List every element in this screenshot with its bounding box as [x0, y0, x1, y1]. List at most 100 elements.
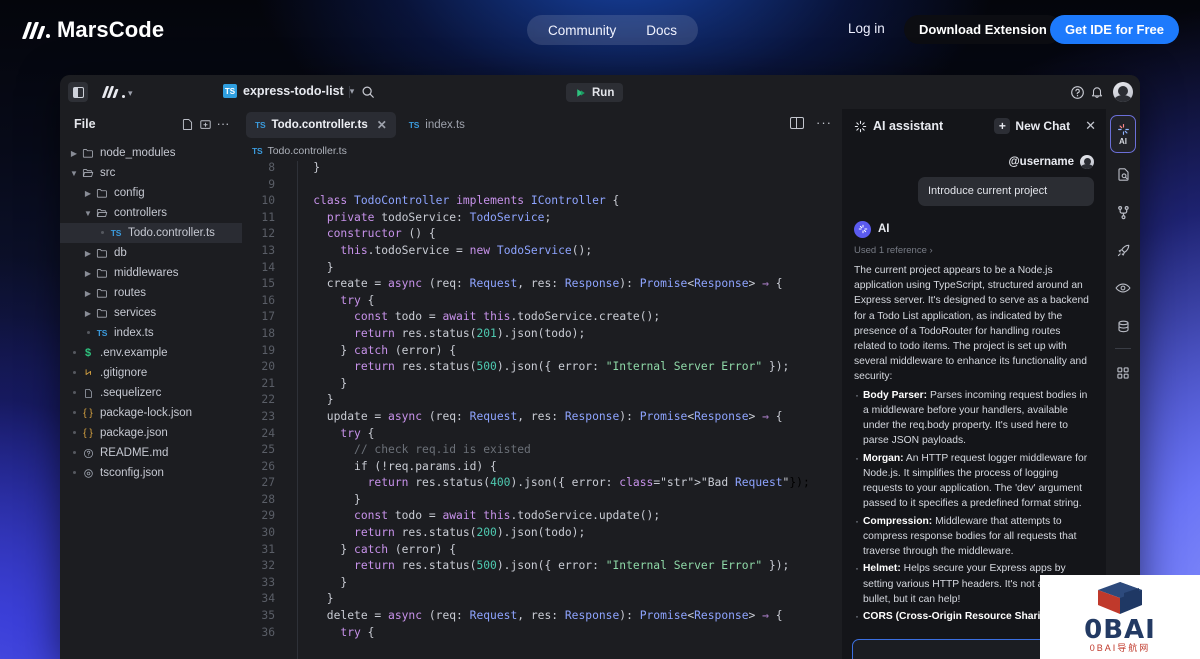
editor-tab-bar: TSTodo.controller.ts✕TSindex.ts ··· [242, 109, 842, 141]
code-line: 13 this.todoService = new TodoService(); [242, 244, 842, 261]
activity-extensions[interactable] [1110, 356, 1136, 390]
get-ide-button[interactable]: Get IDE for Free [1050, 15, 1179, 44]
line-number: 34 [242, 592, 286, 609]
marscode-mark-icon[interactable] [104, 85, 126, 99]
download-extension-button[interactable]: Download Extension [904, 15, 1062, 44]
run-button[interactable]: Run [566, 83, 623, 102]
file-bullet-icon [68, 387, 80, 399]
file-tree-item[interactable]: { }package.json [60, 423, 242, 443]
activity-preview[interactable] [1110, 271, 1136, 305]
top-navigation: MarsCode Community Docs Log in Download … [0, 0, 1200, 60]
file-tree-item[interactable]: $.env.example [60, 343, 242, 363]
file-tree-item[interactable]: tsconfig.json [60, 463, 242, 483]
file-tree-item[interactable]: ▶services [60, 303, 242, 323]
file-tree-item[interactable]: ▶config [60, 183, 242, 203]
line-content: } [286, 393, 334, 410]
file-tree-item-label: .env.example [96, 347, 168, 359]
chevron-right-icon[interactable]: ▶ [68, 149, 80, 158]
toggle-sidebar-icon[interactable] [68, 82, 88, 102]
notifications-icon[interactable] [1089, 84, 1105, 100]
nav-link-community[interactable]: Community [535, 18, 629, 43]
line-number: 8 [242, 161, 286, 178]
search-icon[interactable] [360, 84, 376, 100]
file-type-icon: TS [108, 228, 124, 238]
file-bullet-icon [68, 447, 80, 459]
editor-tab[interactable]: TSTodo.controller.ts✕ [246, 112, 396, 138]
line-content: return res.status(400).json({ error: cla… [286, 476, 789, 493]
code-line: 27 return res.status(400).json({ error: … [242, 476, 842, 493]
code-line: 30 return res.status(200).json(todo); [242, 526, 842, 543]
chevron-right-icon[interactable]: ▶ [82, 189, 94, 198]
close-icon[interactable]: ✕ [1085, 118, 1096, 134]
line-number: 30 [242, 526, 286, 543]
line-content: return res.status(200).json(todo); [286, 526, 585, 543]
file-tree-item[interactable]: ▶node_modules [60, 143, 242, 163]
file-tree-item[interactable]: README.md [60, 443, 242, 463]
file-bullet-icon [82, 327, 94, 339]
line-content: try { [286, 427, 374, 444]
chevron-down-icon[interactable]: ▾ [128, 88, 133, 99]
code-line: 15 create = async (req: Request, res: Re… [242, 277, 842, 294]
file-tree-item[interactable]: TSTodo.controller.ts [60, 223, 242, 243]
file-tree-item[interactable]: ▶db [60, 243, 242, 263]
login-link[interactable]: Log in [848, 21, 885, 36]
nav-link-docs[interactable]: Docs [633, 18, 690, 43]
new-chat-button[interactable]: + New Chat [994, 118, 1070, 134]
split-editor-icon[interactable] [790, 117, 804, 129]
marscode-logo-icon [24, 20, 50, 40]
brand-logo[interactable]: MarsCode [24, 17, 164, 43]
line-content: } [286, 576, 347, 593]
line-number: 20 [242, 360, 286, 377]
help-icon[interactable] [1069, 84, 1085, 100]
activity-ai[interactable]: AI [1110, 115, 1136, 153]
file-tree-item[interactable]: ▼src [60, 163, 242, 183]
indent-guide [297, 161, 298, 659]
file-tree-item[interactable]: { }package-lock.json [60, 403, 242, 423]
editor-tab[interactable]: TSindex.ts [400, 112, 474, 138]
close-tab-icon[interactable]: ✕ [377, 118, 387, 132]
chevron-right-icon[interactable]: ▶ [82, 249, 94, 258]
code-line: 12 constructor () { [242, 227, 842, 244]
editor-more-icon[interactable]: ··· [816, 119, 832, 127]
code-content[interactable]: 8 }910 class TodoController implements I… [242, 161, 842, 659]
chevron-right-icon[interactable]: ▶ [82, 289, 94, 298]
chevron-down-icon[interactable]: ▼ [82, 209, 94, 218]
file-tree-item[interactable]: ▶middlewares [60, 263, 242, 283]
code-line: 9 [242, 178, 842, 195]
brand-name: MarsCode [57, 17, 164, 43]
file-type-icon [80, 468, 96, 479]
ai-sparkle-icon [854, 120, 867, 133]
chevron-right-icon[interactable]: ▶ [82, 269, 94, 278]
line-number: 12 [242, 227, 286, 244]
watermark-cube-icon [1090, 581, 1150, 615]
more-options-icon[interactable]: ··· [214, 115, 232, 133]
ai-bullet-term: Morgan: [863, 453, 904, 464]
project-selector[interactable]: TS express-todo-list ▾ [223, 84, 354, 98]
new-folder-icon[interactable] [196, 115, 214, 133]
nav-pill: Community Docs [527, 15, 698, 45]
activity-source-control[interactable] [1110, 195, 1136, 229]
code-line: 22 } [242, 393, 842, 410]
activity-database[interactable] [1110, 309, 1136, 343]
line-number: 14 [242, 261, 286, 278]
line-number: 15 [242, 277, 286, 294]
breadcrumb[interactable]: TS Todo.controller.ts [242, 141, 842, 161]
activity-ai-label: AI [1119, 137, 1127, 146]
file-tree-item[interactable]: .sequelizerc [60, 383, 242, 403]
tab-ts-icon: TS [409, 120, 419, 130]
ai-references-link[interactable]: Used 1 reference › [854, 245, 1094, 256]
file-tree-item[interactable]: .gitignore [60, 363, 242, 383]
activity-deploy[interactable] [1110, 233, 1136, 267]
chevron-down-icon[interactable]: ▼ [68, 169, 80, 178]
file-type-icon [94, 207, 110, 219]
new-file-icon[interactable] [178, 115, 196, 133]
file-tree-item[interactable]: ▶routes [60, 283, 242, 303]
page-root: MarsCode Community Docs Log in Download … [0, 0, 1200, 659]
run-play-icon [575, 87, 587, 99]
activity-file-search[interactable] [1110, 157, 1136, 191]
user-message-header: @username [854, 155, 1094, 169]
chevron-right-icon[interactable]: ▶ [82, 309, 94, 318]
file-tree-item[interactable]: TSindex.ts [60, 323, 242, 343]
file-tree-item[interactable]: ▼controllers [60, 203, 242, 223]
user-avatar[interactable] [1113, 82, 1133, 102]
